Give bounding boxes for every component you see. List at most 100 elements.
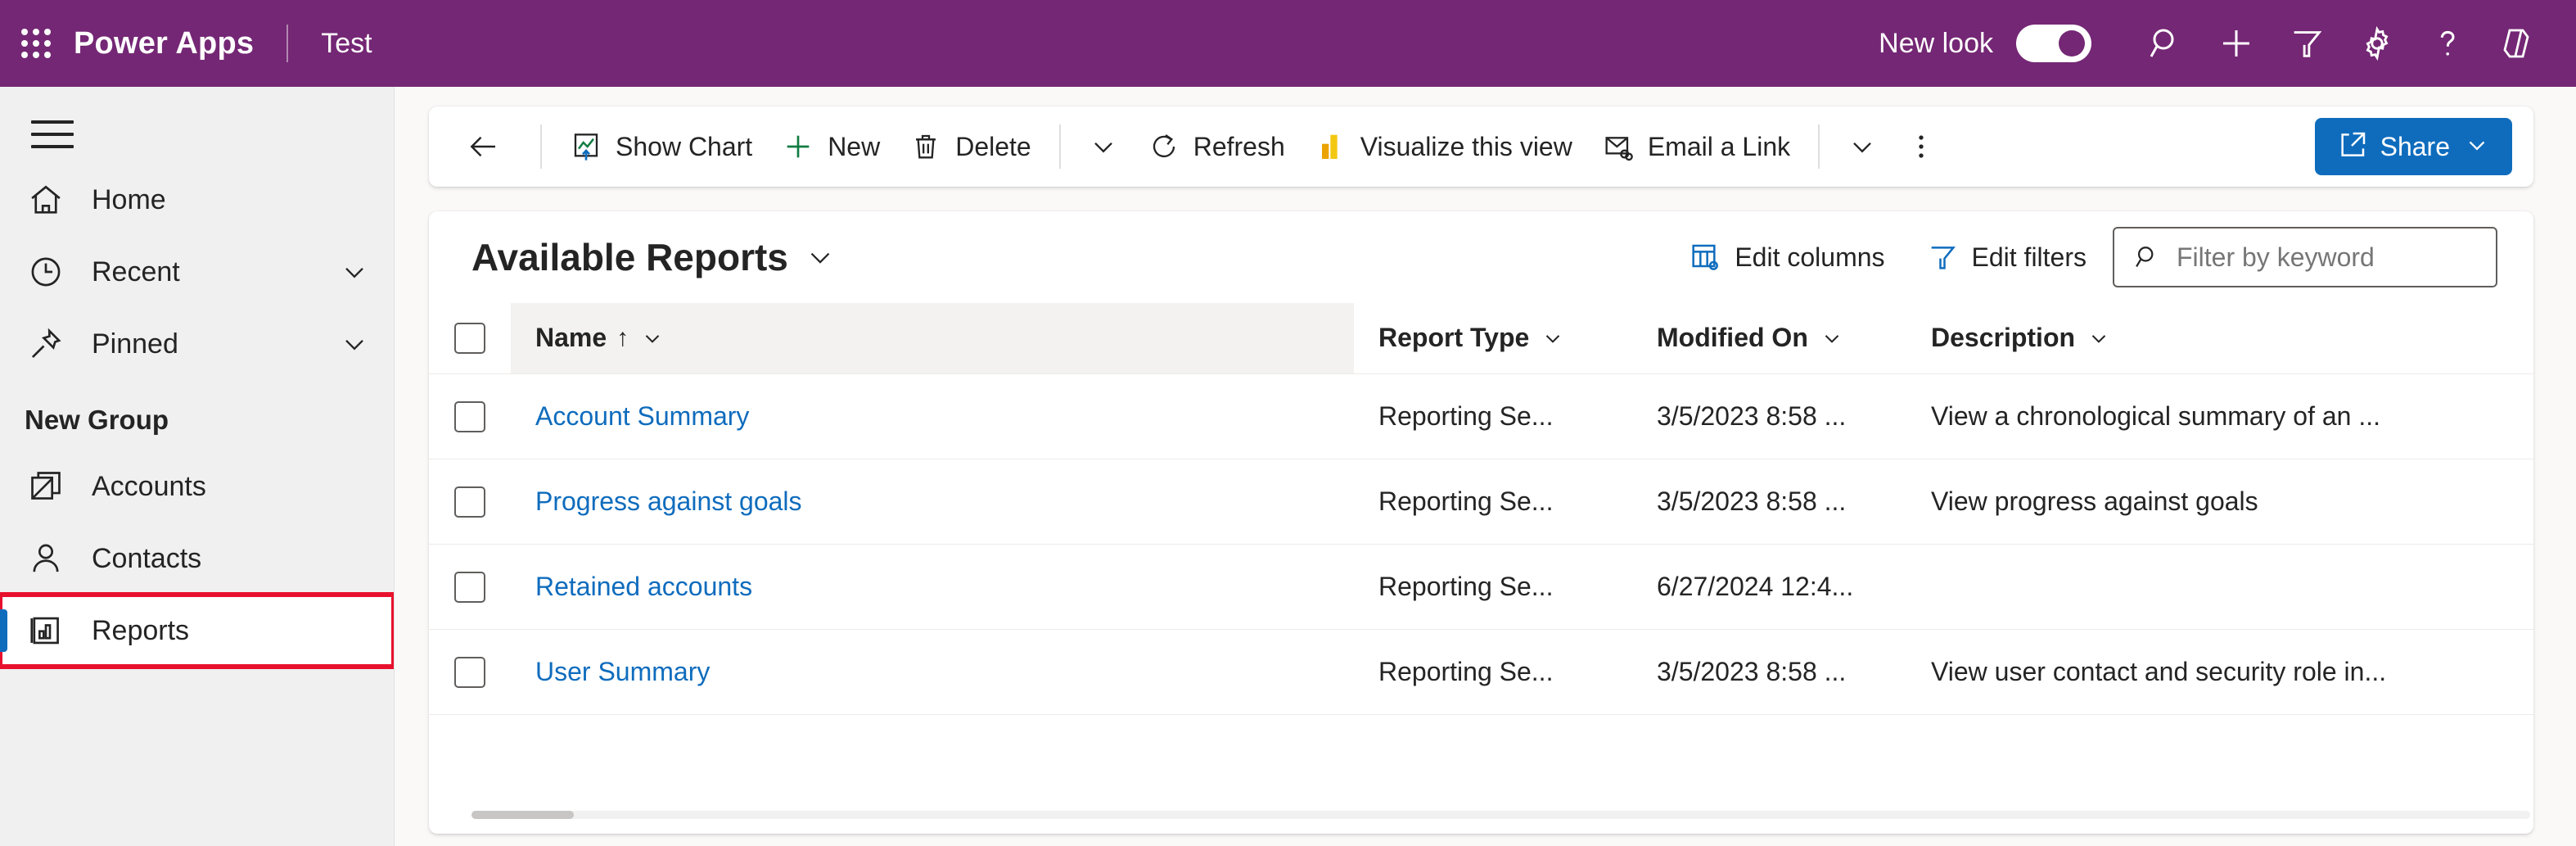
column-header-name[interactable]: Name ↑: [511, 303, 1354, 373]
sort-ascending-icon: ↑: [616, 324, 629, 352]
horizontal-scrollbar-thumb[interactable]: [471, 811, 574, 819]
report-name-link[interactable]: Retained accounts: [535, 572, 752, 601]
gear-icon[interactable]: [2342, 8, 2412, 79]
command-separator: [1059, 124, 1061, 169]
share-label: Share: [2380, 132, 2450, 162]
show-chart-button[interactable]: Show Chart: [555, 117, 767, 176]
table-body: Account Summary Reporting Se... 3/5/2023…: [429, 373, 2533, 714]
report-name-link[interactable]: Account Summary: [535, 401, 749, 431]
column-header-modified-on[interactable]: Modified On: [1632, 303, 1906, 373]
cell-description: View a chronological summary of an ...: [1906, 373, 2533, 459]
select-all-checkbox[interactable]: [454, 323, 485, 354]
reports-table: Name ↑ Report Type: [429, 303, 2533, 715]
trash-icon: [909, 130, 942, 163]
clock-icon: [25, 251, 67, 293]
sidebar-group-header: New Group: [0, 380, 394, 450]
edit-columns-button[interactable]: Edit columns: [1674, 231, 1899, 283]
arrow-left-icon: [467, 129, 501, 164]
sidebar-item-label: Accounts: [92, 471, 206, 503]
sidebar-item-label: Pinned: [92, 328, 178, 360]
refresh-button[interactable]: Refresh: [1133, 117, 1300, 176]
table-row[interactable]: User Summary Reporting Se... 3/5/2023 8:…: [429, 629, 2533, 714]
cell-description: View progress against goals: [1906, 459, 2533, 544]
view-actions: Edit columns Edit filters: [1674, 227, 2497, 287]
column-label: Description: [1931, 323, 2075, 353]
more-vertical-icon: [1905, 130, 1938, 163]
column-header-description[interactable]: Description: [1906, 303, 2533, 373]
header-divider: [286, 25, 288, 62]
new-look-label: New look: [1879, 28, 1993, 60]
help-icon[interactable]: [2412, 8, 2483, 79]
new-look-toggle[interactable]: [2016, 25, 2091, 62]
command-label: Visualize this view: [1360, 132, 1572, 162]
hamburger-menu-icon[interactable]: [23, 105, 82, 164]
report-name-link[interactable]: User Summary: [535, 657, 710, 686]
column-header-report-type[interactable]: Report Type: [1354, 303, 1632, 373]
sidebar-item-accounts[interactable]: Accounts: [0, 450, 394, 523]
chevron-down-icon[interactable]: [338, 256, 371, 288]
contact-icon: [25, 537, 67, 580]
sidebar-item-pinned[interactable]: Pinned: [0, 308, 394, 380]
cell-description: View user contact and security role in..…: [1906, 629, 2533, 714]
cell-name: Account Summary: [511, 373, 1354, 459]
chevron-down-icon[interactable]: [1541, 326, 1565, 351]
refresh-icon: [1148, 130, 1180, 163]
table-row[interactable]: Progress against goals Reporting Se... 3…: [429, 459, 2533, 544]
row-checkbox[interactable]: [454, 486, 485, 518]
overflow-menu-button[interactable]: [1892, 117, 1951, 176]
chevron-down-icon[interactable]: [1820, 326, 1844, 351]
filter-by-keyword-box[interactable]: [2113, 227, 2497, 287]
sidebar-item-recent[interactable]: Recent: [0, 236, 394, 308]
brand-title[interactable]: Power Apps: [74, 26, 254, 61]
sidebar: Home Recent Pinned New Group: [0, 87, 395, 846]
horizontal-scrollbar-track[interactable]: [471, 811, 2530, 819]
row-checkbox[interactable]: [454, 657, 485, 688]
edit-filters-button[interactable]: Edit filters: [1911, 231, 2101, 283]
row-checkbox[interactable]: [454, 401, 485, 432]
sidebar-item-contacts[interactable]: Contacts: [0, 523, 394, 595]
cell-report-type: Reporting Se...: [1354, 373, 1632, 459]
view-selector-chevron-down-icon[interactable]: [803, 240, 837, 274]
table-row[interactable]: Account Summary Reporting Se... 3/5/2023…: [429, 373, 2533, 459]
chevron-down-icon[interactable]: [2087, 326, 2111, 351]
new-button[interactable]: New: [767, 117, 895, 176]
visualize-this-view-button[interactable]: Visualize this view: [1300, 117, 1587, 176]
search-icon[interactable]: [2131, 8, 2201, 79]
email-a-link-button[interactable]: Email a Link: [1587, 117, 1805, 176]
table-row[interactable]: Retained accounts Reporting Se... 6/27/2…: [429, 544, 2533, 629]
share-button[interactable]: Share: [2315, 118, 2512, 175]
reports-grid-card: Available Reports: [429, 211, 2533, 834]
cell-description: [1906, 544, 2533, 629]
column-label: Report Type: [1378, 323, 1529, 353]
plus-icon[interactable]: [2201, 8, 2271, 79]
edit-columns-icon: [1689, 241, 1721, 274]
cell-report-type: Reporting Se...: [1354, 459, 1632, 544]
chevron-down-icon[interactable]: [640, 326, 665, 351]
table-header: Name ↑ Report Type: [429, 303, 2533, 373]
powerbi-icon: [1315, 130, 1347, 163]
back-button[interactable]: [453, 117, 527, 176]
chevron-down-icon[interactable]: [338, 328, 371, 360]
command-separator: [1818, 124, 1820, 169]
environment-name[interactable]: Test: [321, 28, 372, 60]
delete-overflow-chevron[interactable]: [1074, 117, 1133, 176]
cell-report-type: Reporting Se...: [1354, 629, 1632, 714]
app-launcher-icon[interactable]: [18, 25, 54, 61]
sidebar-item-home[interactable]: Home: [0, 164, 394, 236]
cell-name: Progress against goals: [511, 459, 1354, 544]
more-commands-chevron[interactable]: [1833, 117, 1892, 176]
view-title[interactable]: Available Reports: [471, 235, 788, 279]
search-input[interactable]: [2177, 242, 2478, 273]
row-checkbox[interactable]: [454, 572, 485, 603]
home-icon: [25, 179, 67, 221]
pin-icon: [25, 323, 67, 365]
filter-icon[interactable]: [2271, 8, 2342, 79]
command-label: Email a Link: [1648, 132, 1790, 162]
app-header: Power Apps Test New look: [0, 0, 2576, 87]
report-name-link[interactable]: Progress against goals: [535, 486, 802, 516]
edit-columns-label: Edit columns: [1735, 242, 1884, 273]
sidebar-item-reports[interactable]: Reports: [0, 595, 394, 667]
delete-button[interactable]: Delete: [895, 117, 1046, 176]
command-bar: Show Chart New Delete: [429, 106, 2533, 187]
profile-icon[interactable]: [2483, 8, 2553, 79]
